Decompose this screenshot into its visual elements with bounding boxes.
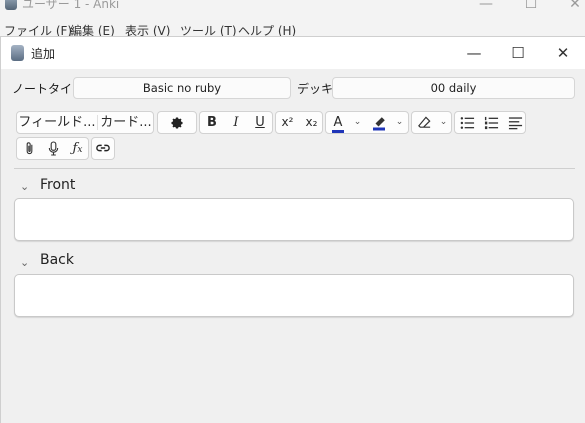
link-button[interactable]	[91, 137, 115, 160]
text-style-group: B I U	[199, 111, 273, 134]
highlight-color-button[interactable]	[367, 112, 391, 133]
cards-button[interactable]: カード...	[98, 112, 154, 133]
anki-app-icon	[5, 0, 17, 10]
eraser-group: ⌄	[411, 111, 452, 134]
notetype-selector[interactable]: Basic no ruby	[73, 77, 291, 99]
front-collapse-chevron-down-icon[interactable]: ⌄	[20, 180, 29, 193]
text-color-chevron-down-icon[interactable]: ⌄	[349, 112, 366, 133]
align-left-icon	[508, 117, 522, 130]
main-window-title: ユーザー 1 - Anki	[22, 0, 120, 11]
dialog-minimize-button[interactable]: —	[454, 43, 494, 63]
main-minimize-button[interactable]: —	[463, 0, 509, 14]
numbered-list-icon	[484, 116, 498, 130]
align-button[interactable]	[503, 112, 527, 133]
script-group: x² x₂	[275, 111, 323, 134]
text-color-icon: A	[331, 116, 345, 133]
function-icon: ƒx	[72, 141, 83, 156]
back-field-label[interactable]: Back	[40, 252, 74, 268]
dialog-maximize-button[interactable]: ☐	[498, 43, 538, 63]
underline-button[interactable]: U	[248, 112, 272, 133]
color-group: A ⌄ ⌄	[325, 111, 409, 134]
numbered-list-button[interactable]	[479, 112, 503, 133]
eraser-icon	[417, 116, 431, 128]
eraser-chevron-down-icon[interactable]: ⌄	[435, 112, 452, 133]
deck-selector[interactable]: 00 daily	[332, 77, 575, 99]
clear-formatting-button[interactable]	[413, 112, 435, 133]
main-window-titlebar: ユーザー 1 - Anki — ☐ ✕	[0, 0, 585, 20]
link-icon	[96, 144, 110, 152]
notetype-deck-bar: ノートタイプ Basic no ruby デッキ 00 daily	[1, 69, 585, 103]
fields-button[interactable]: フィールド...	[17, 112, 97, 133]
main-maximize-button[interactable]: ☐	[508, 0, 554, 14]
record-audio-button[interactable]	[42, 138, 65, 159]
options-gear-button[interactable]	[157, 111, 197, 134]
front-field-label[interactable]: Front	[40, 177, 75, 193]
list-group	[454, 111, 526, 134]
subscript-button[interactable]: x₂	[300, 112, 323, 133]
highlight-chevron-down-icon[interactable]: ⌄	[391, 112, 408, 133]
toolbar-divider	[14, 168, 575, 169]
superscript-button[interactable]: x²	[276, 112, 299, 133]
back-collapse-chevron-down-icon[interactable]: ⌄	[20, 256, 29, 269]
main-close-button[interactable]: ✕	[552, 0, 585, 14]
bullet-list-button[interactable]	[455, 112, 479, 133]
back-field-input[interactable]	[14, 274, 574, 317]
bullet-list-icon	[460, 117, 474, 129]
fields-cards-group: フィールド... カード...	[16, 111, 154, 134]
highlighter-icon	[373, 117, 385, 131]
add-dialog-titlebar: 追加 — ☐ ✕	[1, 37, 585, 69]
deck-label: デッキ	[297, 82, 334, 96]
add-dialog-title: 追加	[31, 47, 56, 61]
attach-button[interactable]	[18, 138, 41, 159]
anki-app-icon	[11, 45, 24, 61]
front-field-input[interactable]	[14, 198, 574, 241]
italic-button[interactable]: I	[224, 112, 248, 133]
dialog-close-button[interactable]: ✕	[543, 43, 583, 63]
media-group: ƒx	[16, 137, 89, 160]
bold-button[interactable]: B	[200, 112, 224, 133]
paperclip-icon	[26, 142, 33, 155]
math-button[interactable]: ƒx	[66, 138, 89, 159]
gear-icon	[171, 117, 183, 129]
text-color-button[interactable]: A	[327, 112, 349, 133]
microphone-icon	[48, 141, 59, 156]
